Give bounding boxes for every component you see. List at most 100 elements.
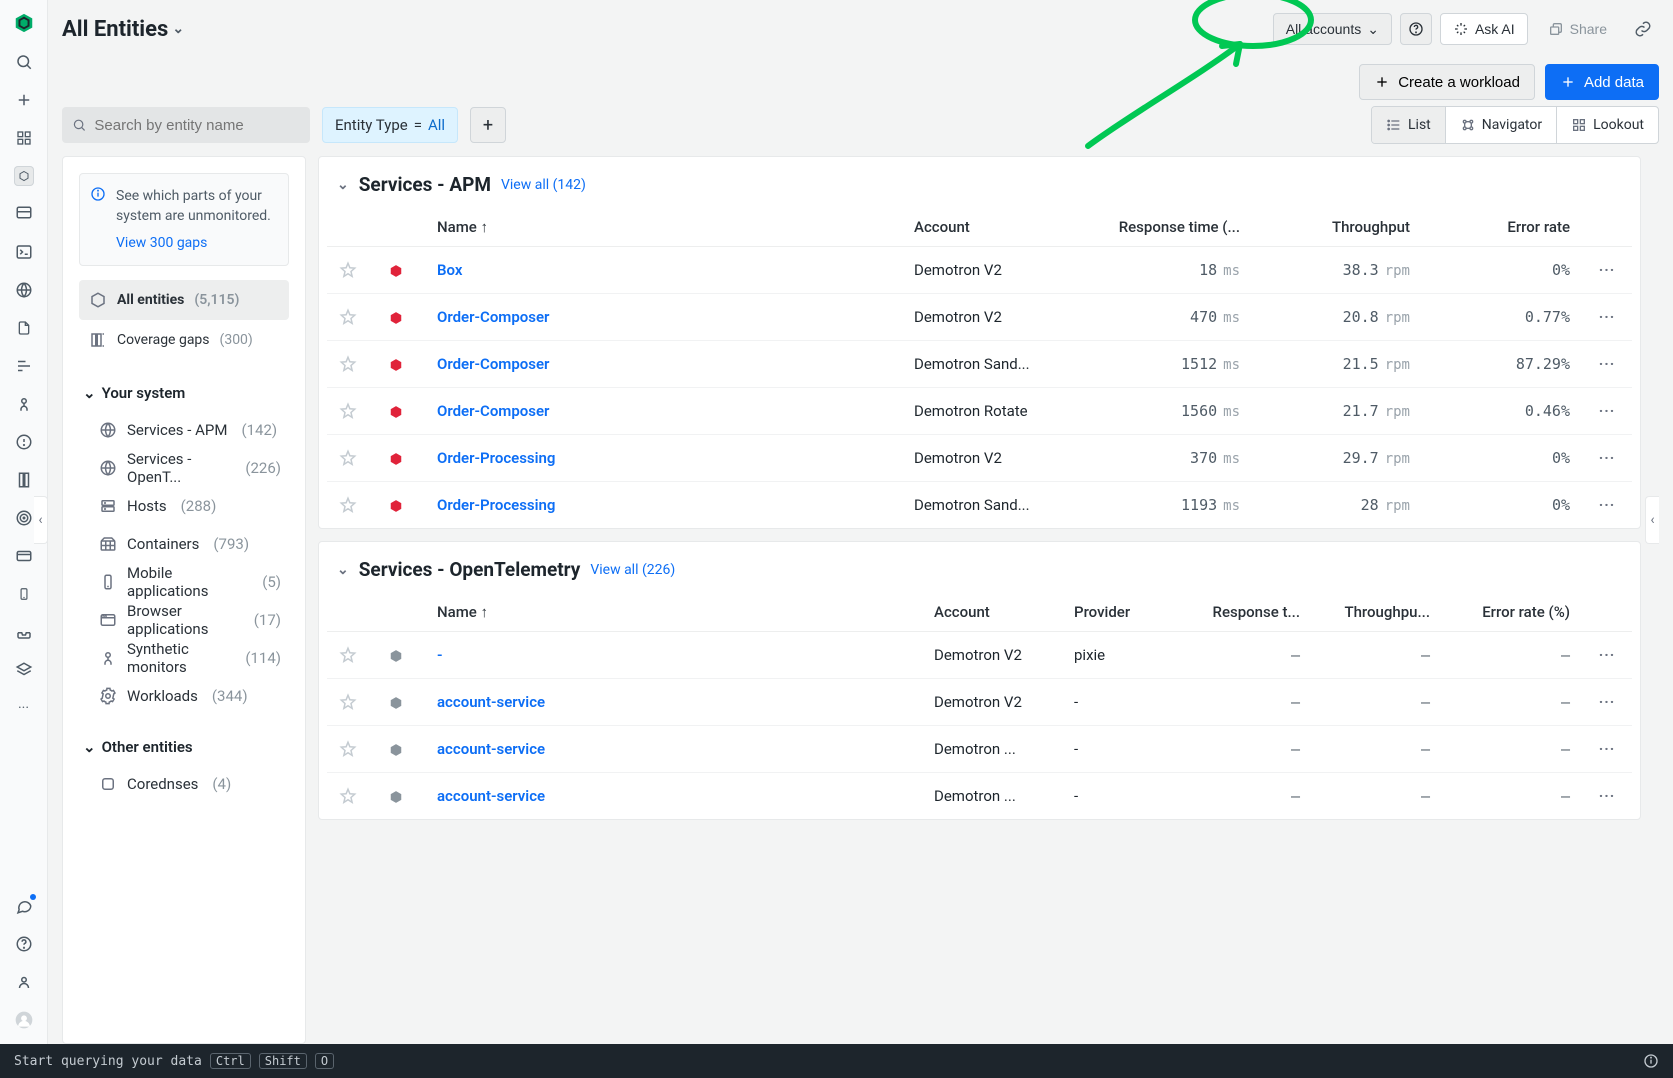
favorite-star[interactable]: [339, 355, 365, 373]
user-icon[interactable]: [14, 972, 34, 992]
expand-right-button[interactable]: ‹: [1645, 496, 1659, 544]
table-row[interactable]: Order-ProcessingDemotron V2370ms29.7rpm0…: [327, 435, 1632, 482]
entity-link[interactable]: Order-Processing: [437, 496, 555, 514]
entity-link[interactable]: account-service: [437, 693, 545, 711]
view-lookout[interactable]: Lookout: [1557, 107, 1658, 143]
search-field[interactable]: [94, 117, 300, 134]
search-icon[interactable]: [14, 52, 34, 72]
chevron-down-icon[interactable]: ⌄: [337, 177, 349, 193]
sidebar-item[interactable]: Hosts(288): [79, 488, 289, 524]
dashboard-icon[interactable]: [14, 204, 34, 224]
table-row[interactable]: -Demotron V2pixie–––···: [327, 632, 1632, 679]
row-actions[interactable]: ···: [1582, 632, 1632, 679]
collapse-sidebar-button[interactable]: ‹: [34, 496, 48, 544]
traces-icon[interactable]: [14, 356, 34, 376]
info-link[interactable]: View 300 gaps: [116, 233, 207, 253]
row-actions[interactable]: ···: [1582, 388, 1632, 435]
favorite-star[interactable]: [339, 740, 365, 758]
table-row[interactable]: Order-ComposerDemotron V2470ms20.8rpm0.7…: [327, 294, 1632, 341]
entity-link[interactable]: -: [437, 646, 443, 664]
row-actions[interactable]: ···: [1582, 726, 1632, 773]
table-row[interactable]: Order-ComposerDemotron Sand...1512ms21.5…: [327, 341, 1632, 388]
sidebar-item[interactable]: Corednses(4): [79, 766, 289, 802]
view-all-link[interactable]: View all (142): [501, 177, 586, 193]
billing-icon[interactable]: [14, 546, 34, 566]
apps-icon[interactable]: [14, 128, 34, 148]
favorite-star[interactable]: [339, 308, 365, 326]
table-row[interactable]: Order-ComposerDemotron Rotate1560ms21.7r…: [327, 388, 1632, 435]
sidebar-item[interactable]: Services - OpenT...(226): [79, 450, 289, 486]
add-data-button[interactable]: Add data: [1545, 64, 1659, 100]
table-row[interactable]: account-serviceDemotron V2-–––···: [327, 679, 1632, 726]
terminal-icon[interactable]: [14, 242, 34, 262]
search-input[interactable]: [62, 107, 310, 143]
sidebar-item[interactable]: Synthetic monitors(114): [79, 640, 289, 676]
entity-link[interactable]: Order-Composer: [437, 355, 549, 373]
share-button[interactable]: Share: [1536, 13, 1619, 45]
docs-icon[interactable]: [14, 318, 34, 338]
chevron-down-icon[interactable]: ⌄: [337, 562, 349, 578]
sidebar-item[interactable]: Browser applications(17): [79, 602, 289, 638]
row-actions[interactable]: ···: [1582, 482, 1632, 529]
favorite-star[interactable]: [339, 496, 365, 514]
ask-ai-button[interactable]: Ask AI: [1440, 13, 1528, 45]
help-icon[interactable]: [14, 934, 34, 954]
stack-icon[interactable]: [14, 660, 34, 680]
alerts-icon[interactable]: [14, 432, 34, 452]
row-actions[interactable]: ···: [1582, 341, 1632, 388]
entity-link[interactable]: Order-Composer: [437, 402, 549, 420]
infra-icon[interactable]: [14, 470, 34, 490]
table-row[interactable]: account-serviceDemotron ...-–––···: [327, 773, 1632, 820]
entity-link[interactable]: Order-Composer: [437, 308, 549, 326]
sidebar-item[interactable]: Services - APM(142): [79, 412, 289, 448]
filter-chip-entity-type[interactable]: Entity Type = All: [322, 107, 458, 143]
entity-link[interactable]: account-service: [437, 740, 545, 758]
sidebar-item-coverage-gaps[interactable]: Coverage gaps (300): [79, 320, 289, 360]
chat-icon[interactable]: [14, 896, 34, 916]
create-workload-button[interactable]: Create a workload: [1359, 64, 1535, 100]
row-actions[interactable]: ···: [1582, 294, 1632, 341]
view-navigator[interactable]: Navigator: [1446, 107, 1557, 143]
accounts-dropdown[interactable]: All accounts ⌄: [1273, 13, 1392, 45]
favorite-star[interactable]: [339, 449, 365, 467]
sidebar-section-your-system[interactable]: ⌄Your system: [79, 378, 289, 408]
favorite-star[interactable]: [339, 261, 365, 279]
query-footer[interactable]: Start querying your data Ctrl Shift O: [0, 1044, 1673, 1078]
favorite-star[interactable]: [339, 693, 365, 711]
entity-link[interactable]: account-service: [437, 787, 545, 805]
permalink-button[interactable]: [1627, 13, 1659, 45]
cell-provider: -: [1062, 726, 1182, 773]
table-row[interactable]: BoxDemotron V218ms38.3rpm0%···: [327, 247, 1632, 294]
favorite-star[interactable]: [339, 787, 365, 805]
sidebar-item[interactable]: Workloads(344): [79, 678, 289, 714]
sidebar-item[interactable]: Containers(793): [79, 526, 289, 562]
entity-link[interactable]: Box: [437, 261, 462, 279]
add-icon[interactable]: [14, 90, 34, 110]
entity-link[interactable]: Order-Processing: [437, 449, 555, 467]
favorite-star[interactable]: [339, 402, 365, 420]
add-filter-button[interactable]: +: [470, 107, 506, 143]
sidebar-item[interactable]: Mobile applications(5): [79, 564, 289, 600]
sidebar-section-other[interactable]: ⌄Other entities: [79, 732, 289, 762]
target-icon[interactable]: [14, 508, 34, 528]
sidebar-item-all-entities[interactable]: All entities (5,115): [79, 280, 289, 320]
more-icon[interactable]: ···: [14, 698, 34, 718]
table-row[interactable]: account-serviceDemotron ...-–––···: [327, 726, 1632, 773]
table-row[interactable]: Order-ProcessingDemotron Sand...1193ms28…: [327, 482, 1632, 529]
synthetics-icon[interactable]: [14, 394, 34, 414]
view-all-link[interactable]: View all (226): [590, 562, 675, 578]
page-title[interactable]: All Entities ⌄: [62, 17, 184, 42]
help-button[interactable]: [1400, 13, 1432, 45]
footer-info-icon[interactable]: [1643, 1053, 1659, 1069]
avatar-icon[interactable]: [14, 1010, 34, 1030]
row-actions[interactable]: ···: [1582, 247, 1632, 294]
view-list[interactable]: List: [1372, 107, 1446, 143]
favorite-star[interactable]: [339, 646, 365, 664]
entities-icon[interactable]: [14, 166, 34, 186]
mobile-icon[interactable]: [14, 584, 34, 604]
row-actions[interactable]: ···: [1582, 679, 1632, 726]
row-actions[interactable]: ···: [1582, 773, 1632, 820]
browser-icon[interactable]: [14, 280, 34, 300]
row-actions[interactable]: ···: [1582, 435, 1632, 482]
inbox-icon[interactable]: [14, 622, 34, 642]
